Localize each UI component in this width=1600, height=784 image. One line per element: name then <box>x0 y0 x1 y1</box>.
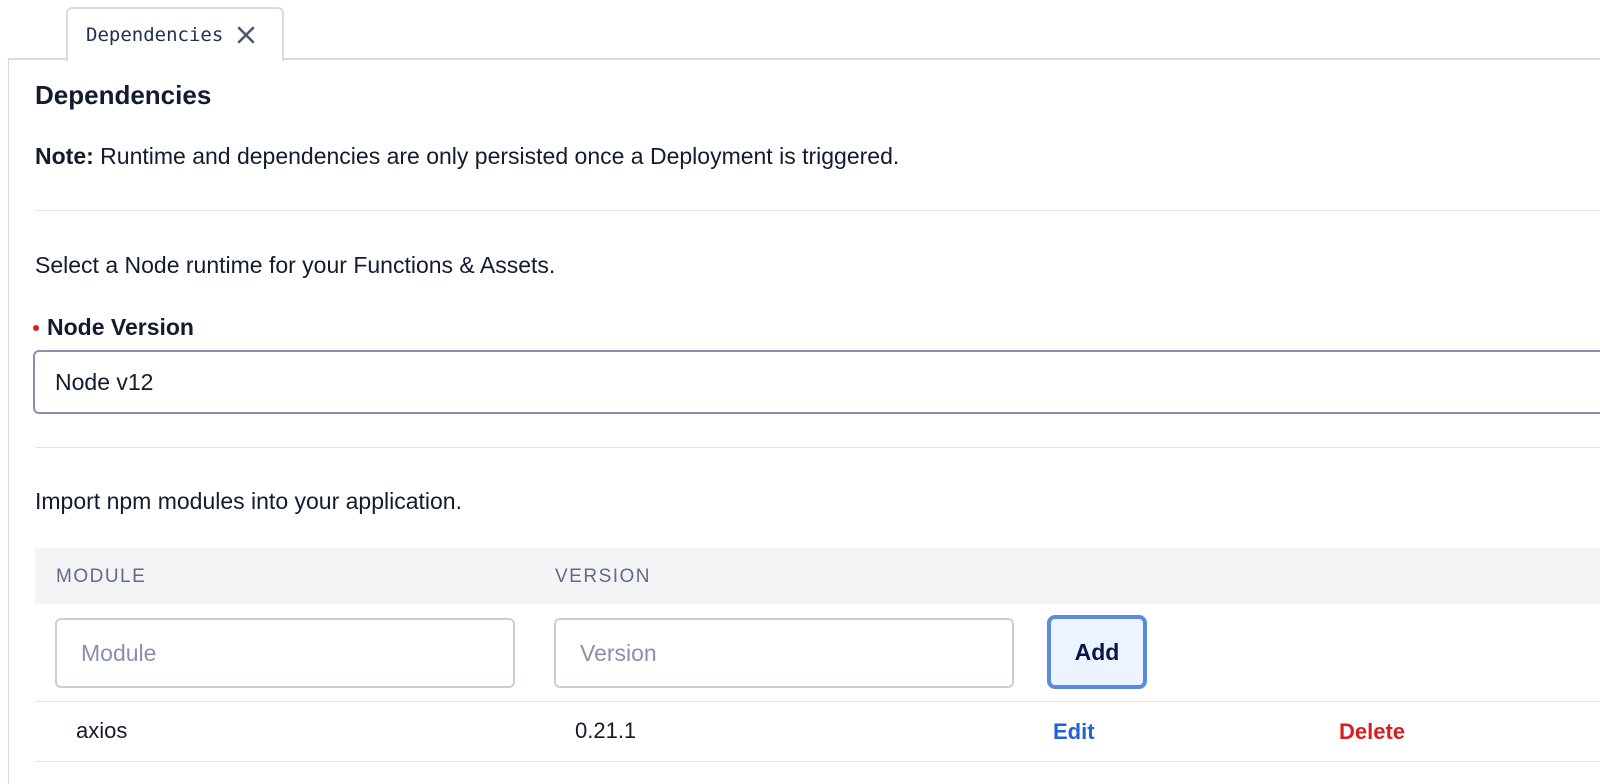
required-indicator <box>33 324 39 331</box>
edit-link[interactable]: Edit <box>1053 719 1095 745</box>
deployment-note: Note: Runtime and dependencies are only … <box>35 143 899 170</box>
runtime-prompt: Select a Node runtime for your Functions… <box>35 252 556 278</box>
table-row: axios 0.21.1 Edit Delete <box>35 702 1600 762</box>
divider <box>35 447 1600 448</box>
left-gutter <box>0 60 8 784</box>
node-version-select[interactable]: Node v12 <box>33 350 1600 414</box>
node-version-label: Node Version <box>33 314 194 341</box>
node-version-label-text: Node Version <box>47 314 194 340</box>
import-prompt: Import npm modules into your application… <box>35 488 462 514</box>
page-title: Dependencies <box>35 80 212 110</box>
tab-dependencies[interactable]: Dependencies <box>66 7 284 61</box>
divider <box>35 210 1600 211</box>
version-input[interactable] <box>554 618 1014 688</box>
version-cell: 0.21.1 <box>575 718 637 743</box>
module-cell: axios <box>76 718 128 743</box>
note-text: Runtime and dependencies are only persis… <box>93 143 900 169</box>
module-input[interactable] <box>55 618 515 688</box>
note-label: Note: <box>35 143 94 169</box>
add-button[interactable]: Add <box>1047 615 1147 689</box>
tab-strip: Dependencies <box>0 0 1600 61</box>
column-header-module: MODULE <box>56 566 147 587</box>
tab-label: Dependencies <box>86 24 224 46</box>
dependencies-panel: Dependencies Note: Runtime and dependenc… <box>8 60 1600 784</box>
table-header: MODULE VERSION <box>35 548 1600 604</box>
close-icon[interactable] <box>235 24 257 46</box>
delete-link[interactable]: Delete <box>1339 719 1405 745</box>
add-module-row: Add <box>35 604 1600 702</box>
column-header-version: VERSION <box>555 566 652 587</box>
node-version-value: Node v12 <box>55 368 154 395</box>
